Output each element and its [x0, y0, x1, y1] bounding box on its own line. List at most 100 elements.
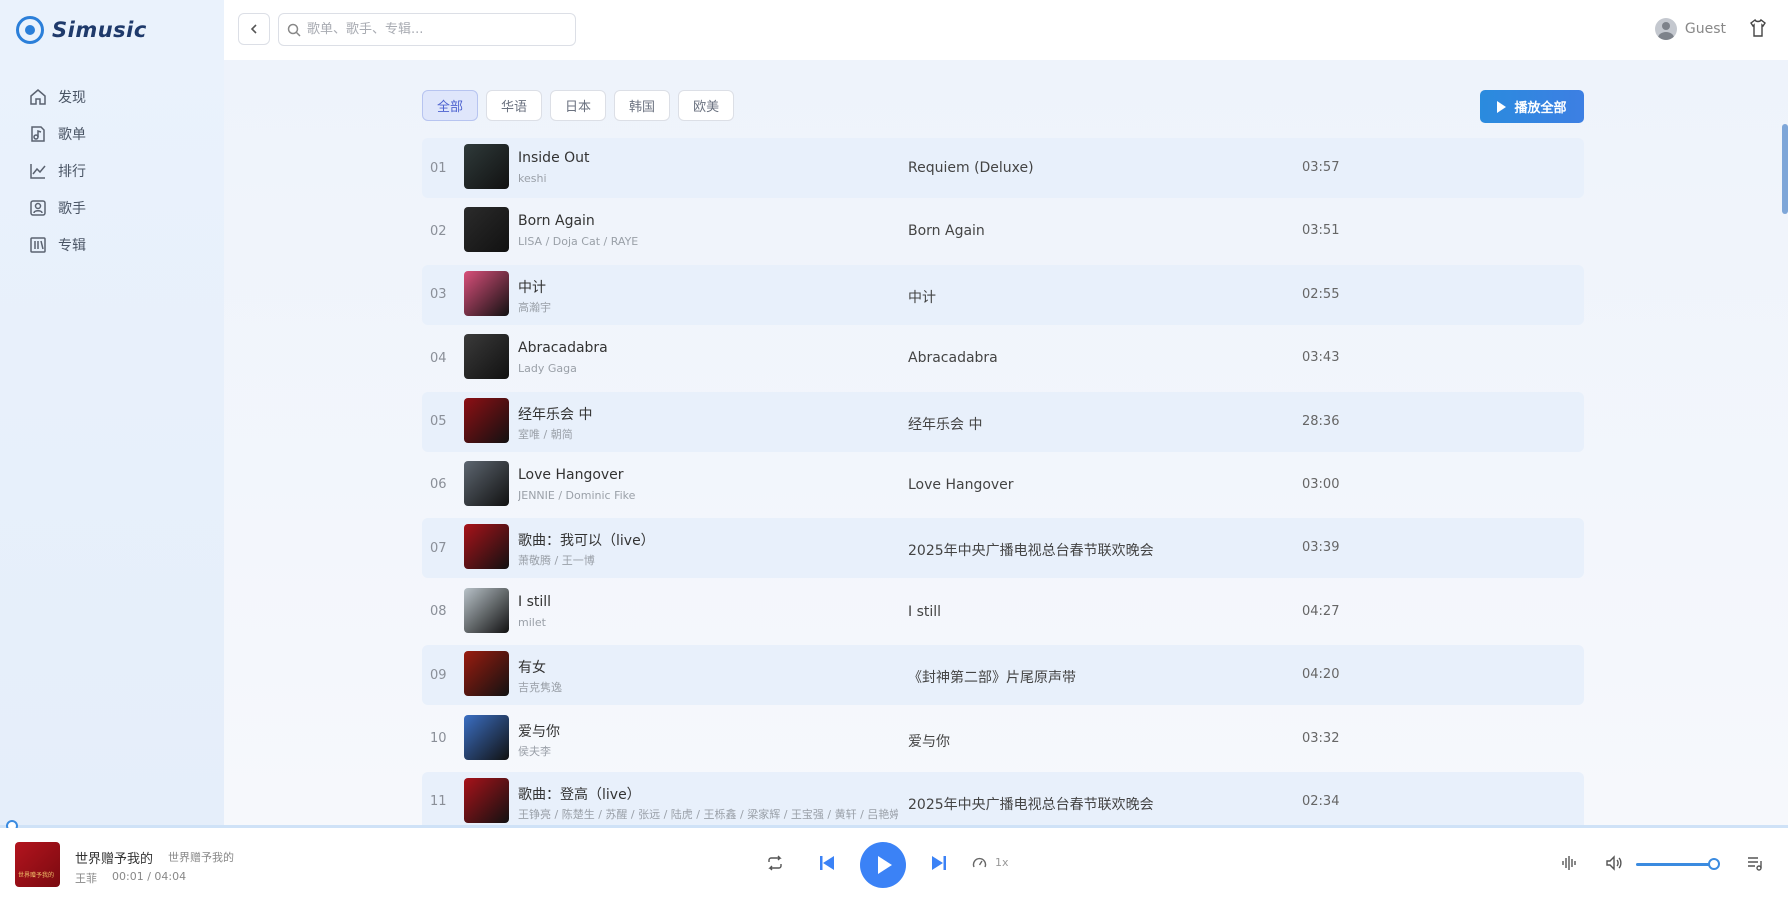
speed-button[interactable] [972, 828, 987, 898]
song-album[interactable]: 2025年中央广播电视总台春节联欢晚会 [908, 794, 1154, 814]
song-title: 歌曲：登高（live） [518, 786, 641, 803]
next-button[interactable] [930, 828, 948, 898]
speed-value: 1x [995, 856, 1009, 869]
search-input[interactable] [307, 22, 547, 37]
scrollbar[interactable] [1782, 124, 1788, 214]
song-album[interactable]: Born Again [908, 223, 985, 239]
sidebar-item-ranking[interactable]: 排行 [28, 152, 86, 189]
play-icon [1497, 100, 1507, 113]
volume-button[interactable] [1605, 828, 1623, 898]
song-album[interactable]: 2025年中央广播电视总台春节联欢晚会 [908, 540, 1154, 560]
user-name: Guest [1684, 21, 1726, 37]
sidebar-item-label: 发现 [58, 89, 86, 106]
song-artist[interactable]: keshi [518, 172, 547, 185]
song-cover [464, 270, 509, 316]
home-icon [30, 88, 46, 105]
sidebar-item-playlist[interactable]: 歌单 [28, 115, 86, 152]
song-duration: 03:00 [1302, 476, 1340, 492]
sidebar-item-album[interactable]: 专辑 [28, 226, 86, 263]
song-artist[interactable]: JENNIE / Dominic Fike [518, 489, 635, 502]
song-index: 01 [430, 160, 447, 176]
song-album[interactable]: 经年乐会 中 [908, 414, 982, 434]
song-cover [464, 587, 509, 633]
song-row[interactable]: 04 Abracadabra Lady Gaga Abracadabra 03:… [422, 328, 1584, 388]
song-cover [464, 524, 509, 570]
song-row[interactable]: 06 Love Hangover JENNIE / Dominic Fike L… [422, 455, 1584, 515]
song-row[interactable]: 03 中计 高瀚宇 中计 02:55 [422, 264, 1584, 325]
user-menu[interactable]: Guest [1654, 18, 1726, 40]
song-cover [464, 397, 509, 443]
filter-all[interactable]: 全部 [422, 90, 479, 121]
song-row[interactable]: 09 有女 吉克隽逸 《封神第二部》片尾原声带 04:20 [422, 645, 1584, 706]
song-cover [464, 651, 509, 697]
song-row[interactable]: 01 Inside Out keshi Requiem (Deluxe) 03:… [422, 138, 1584, 198]
app-logo[interactable]: Simusic [16, 16, 147, 44]
skip-previous-icon [820, 856, 834, 870]
song-album[interactable]: Requiem (Deluxe) [908, 160, 1034, 176]
song-cover [464, 334, 509, 380]
song-album[interactable]: Abracadabra [908, 350, 998, 366]
song-row[interactable]: 02 Born Again LISA / Doja Cat / RAYE Bor… [422, 201, 1584, 261]
song-index: 02 [430, 223, 447, 239]
song-artist[interactable]: 王铮亮 / 陈楚生 / 苏醒 / 张远 / 陆虎 / 王栎鑫 / 梁家辉 / 王… [518, 806, 898, 822]
song-row[interactable]: 08 I still milet I still 04:27 [422, 582, 1584, 642]
song-artist[interactable]: 侯夫李 [518, 743, 551, 759]
song-index: 07 [430, 540, 447, 556]
song-album[interactable]: 爱与你 [908, 731, 950, 751]
song-index: 11 [430, 794, 447, 810]
sidebar-item-label: 歌单 [58, 126, 86, 143]
sidebar: Simusic 发现 歌单 排行 歌手 专辑 [0, 0, 224, 825]
song-duration: 04:27 [1302, 603, 1340, 619]
song-cover [464, 460, 509, 506]
song-artist[interactable]: 高瀚宇 [518, 299, 551, 315]
volume-icon [1606, 855, 1622, 871]
song-artist[interactable]: LISA / Doja Cat / RAYE [518, 235, 638, 248]
back-button[interactable] [238, 13, 270, 45]
now-playing-cover[interactable]: 世界赠予我的 [15, 842, 60, 887]
song-artist[interactable]: 萧敬腾 / 王一博 [518, 552, 595, 568]
song-cover [464, 714, 509, 760]
song-artist[interactable]: Lady Gaga [518, 362, 577, 375]
logo-icon [16, 16, 44, 44]
song-album[interactable]: 《封神第二部》片尾原声带 [908, 667, 1076, 687]
play-pause-button[interactable] [860, 842, 906, 888]
previous-button[interactable] [818, 828, 836, 898]
sidebar-item-singer[interactable]: 歌手 [28, 189, 86, 226]
song-title: Love Hangover [518, 466, 624, 483]
search-box[interactable] [278, 13, 576, 46]
sound-effect-button[interactable] [1560, 828, 1578, 898]
song-index: 09 [430, 667, 447, 683]
volume-handle[interactable] [1708, 858, 1720, 870]
song-album[interactable]: I still [908, 604, 941, 620]
play-all-button[interactable]: 播放全部 [1480, 90, 1584, 123]
filter-western[interactable]: 欧美 [678, 90, 735, 121]
song-row[interactable]: 11 歌曲：登高（live） 王铮亮 / 陈楚生 / 苏醒 / 张远 / 陆虎 … [422, 771, 1584, 825]
chevron-left-icon [250, 24, 257, 34]
sidebar-item-label: 排行 [58, 163, 86, 180]
now-playing-artist[interactable]: 王菲 [75, 870, 97, 886]
repeat-icon [768, 855, 782, 871]
song-album[interactable]: 中计 [908, 287, 936, 307]
song-duration: 03:57 [1302, 160, 1340, 175]
song-row[interactable]: 05 经年乐会 中 室唯 / 朝简 经年乐会 中 28:36 [422, 391, 1584, 452]
now-playing-time: 00:01 / 04:04 [112, 870, 187, 883]
filter-japan[interactable]: 日本 [550, 90, 607, 121]
playlist-queue-button[interactable] [1746, 828, 1764, 898]
song-index: 05 [430, 414, 447, 430]
repeat-button[interactable] [766, 828, 784, 898]
song-cover [464, 777, 509, 823]
volume-slider[interactable] [1636, 863, 1716, 866]
song-artist[interactable]: 室唯 / 朝简 [518, 426, 573, 442]
sidebar-item-discover[interactable]: 发现 [28, 78, 86, 115]
skin-button[interactable] [1748, 18, 1768, 42]
sidebar-nav: 发现 歌单 排行 歌手 专辑 [28, 78, 86, 263]
song-artist[interactable]: 吉克隽逸 [518, 679, 562, 695]
song-duration: 03:39 [1302, 540, 1340, 556]
filter-chinese[interactable]: 华语 [486, 90, 543, 121]
song-artist[interactable]: milet [518, 616, 546, 629]
song-album[interactable]: Love Hangover [908, 477, 1014, 493]
chart-icon [30, 163, 46, 179]
song-row[interactable]: 07 歌曲：我可以（live） 萧敬腾 / 王一博 2025年中央广播电视总台春… [422, 518, 1584, 579]
filter-korea[interactable]: 韩国 [614, 90, 671, 121]
song-row[interactable]: 10 爱与你 侯夫李 爱与你 03:32 [422, 709, 1584, 769]
